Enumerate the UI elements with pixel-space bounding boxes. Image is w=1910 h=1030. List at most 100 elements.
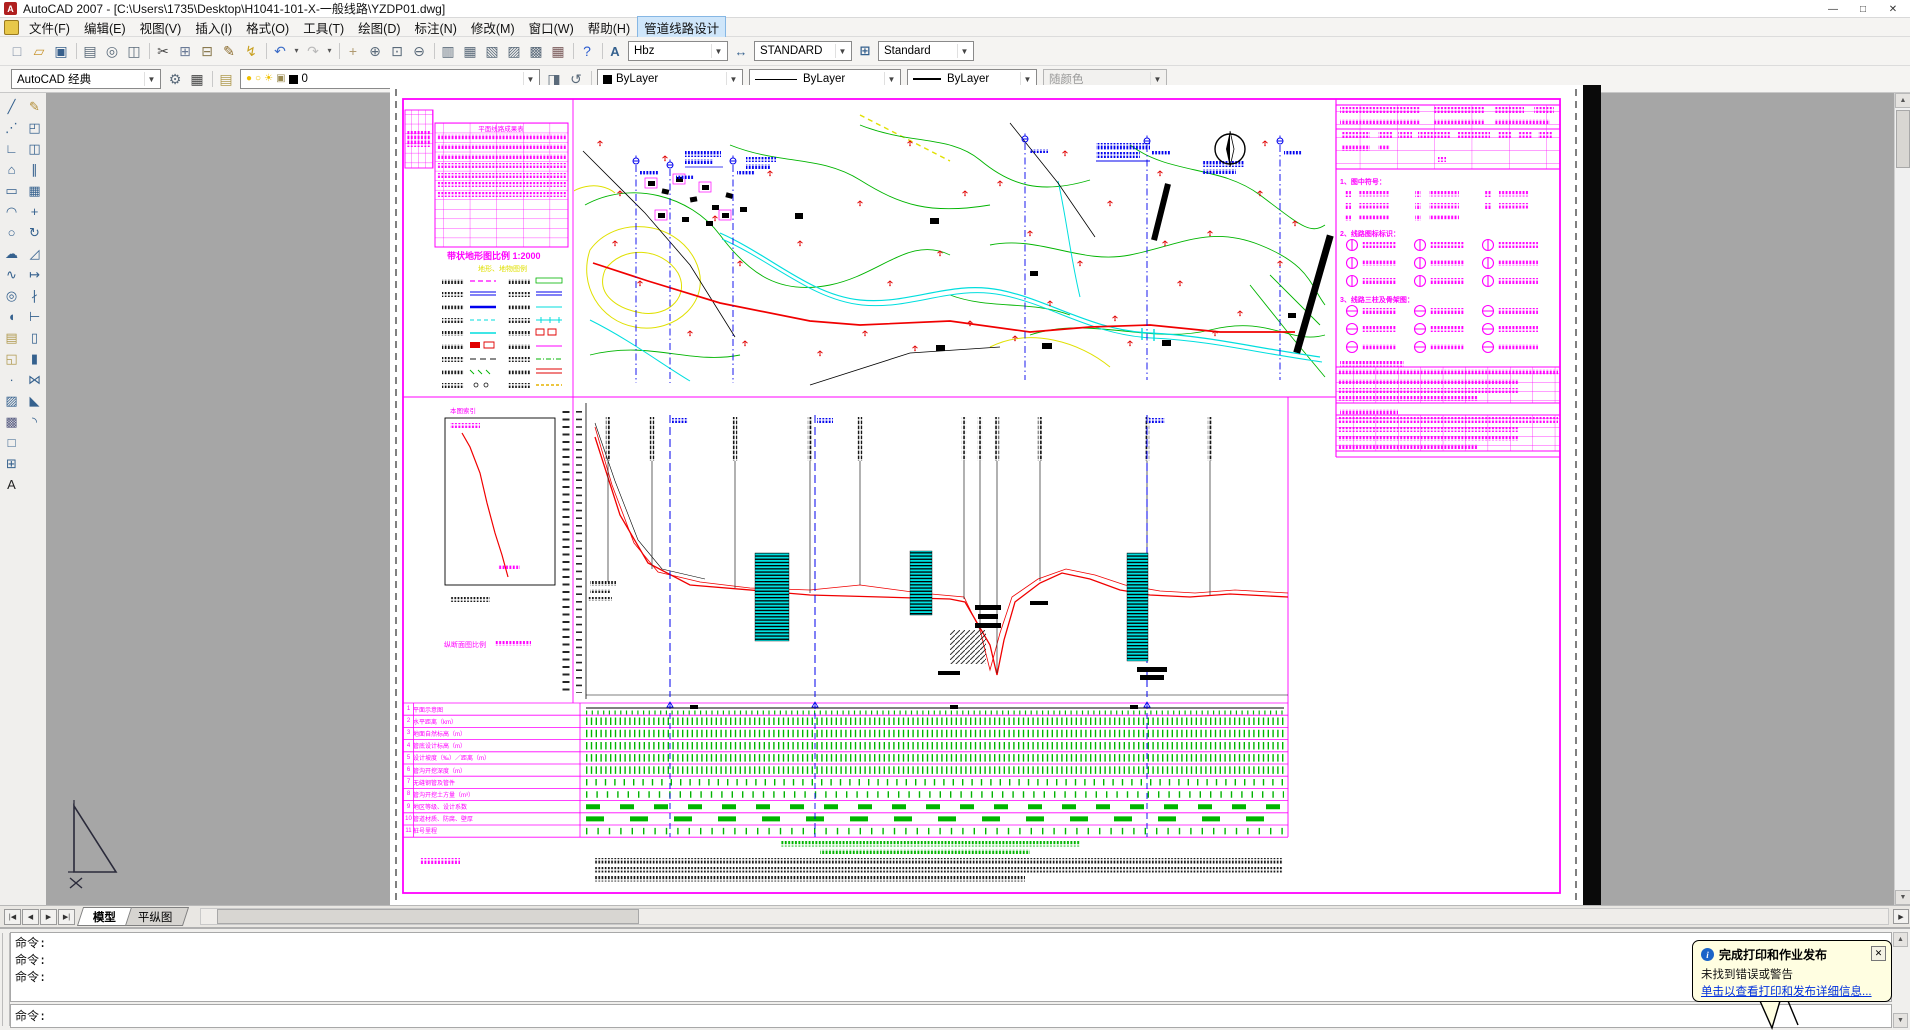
draw-tool-button[interactable]: ☁ [1,243,22,264]
draw-tool-button[interactable]: ⋰ [1,117,22,138]
hscroll-right-button[interactable]: ▶ [1893,909,1909,924]
draw-tool-button[interactable]: ◎ [1,285,22,306]
toolbar-button[interactable] [145,40,152,62]
paper-sheet[interactable]: 平面线路成果表 带状地形图比例 1:2000 地形、地物图例 [390,85,1583,906]
toolbar-button[interactable]: □ [6,40,28,62]
dim-style-icon[interactable]: ↔ [731,41,751,61]
toolbar-button[interactable]: ▩ [525,40,547,62]
modify-tool-button[interactable]: ◫ [24,138,45,159]
toolbar-button[interactable]: ✂ [152,40,174,62]
toolbar-button[interactable]: ↶ [269,40,291,62]
draw-tool-button[interactable]: ⊞ [1,453,22,474]
draw-tool-button[interactable]: ◠ [1,201,22,222]
canvas-vscrollbar[interactable]: ▲ ▼ [1894,93,1910,905]
menu-item[interactable]: 标注(N) [408,16,464,39]
toolbar-button[interactable] [262,40,269,62]
toolbar-button[interactable]: ▨ [503,40,525,62]
menu-item[interactable]: 窗口(W) [522,16,581,39]
toolbar-button[interactable]: ▤ [79,40,101,62]
toolbar-button[interactable]: ▥ [437,40,459,62]
draw-tool-button[interactable]: ◖ [1,306,22,327]
canvas-hscrollbar[interactable] [200,908,1890,925]
draw-tool-button[interactable]: ⌂ [1,159,22,180]
notification-close-button[interactable]: ✕ [1871,946,1886,961]
menu-item[interactable]: 文件(F) [22,16,77,39]
layer-thaw-icon[interactable]: ☀ [264,74,273,84]
draw-tool-button[interactable]: ▭ [1,180,22,201]
modify-tool-button[interactable]: ◝ [24,411,45,432]
draw-tool-button[interactable]: ╱ [1,96,22,117]
toolbar-button[interactable]: ▾ [324,40,335,62]
layer-on-icon[interactable]: ● [246,74,252,84]
menu-item[interactable]: 工具(T) [296,16,351,39]
modify-tool-button[interactable]: ◿ [24,243,45,264]
workspace-combo[interactable]: AutoCAD 经典 ▼ [11,69,161,89]
toolbar-button[interactable]: ▱ [28,40,50,62]
toolbar-button[interactable]: ⊖ [408,40,430,62]
menu-item[interactable]: 视图(V) [133,16,189,39]
maximize-button[interactable]: □ [1848,0,1878,18]
modify-tool-button[interactable]: ⊢ [24,306,45,327]
chevron-down-icon[interactable]: ▼ [957,44,971,58]
toolbar-button[interactable]: ⊟ [196,40,218,62]
modify-tool-button[interactable]: ◰ [24,117,45,138]
menu-item[interactable]: 管道线路设计 [637,16,726,39]
scroll-down-button[interactable]: ▼ [1893,1013,1908,1028]
toolbar-button[interactable] [569,40,576,62]
command-input[interactable]: 命令: [10,1004,1892,1028]
menu-item[interactable]: 插入(I) [188,16,239,39]
text-style-icon[interactable]: A [605,41,625,61]
toolbar-button[interactable]: ⊕ [364,40,386,62]
workspace-settings-button[interactable]: ⚙ [164,68,186,90]
menu-item[interactable]: 修改(M) [464,16,522,39]
chevron-down-icon[interactable]: ▼ [523,72,537,86]
toolbar-button[interactable]: ? [576,40,598,62]
toolbar-button[interactable]: ✎ [218,40,240,62]
draw-tool-button[interactable]: ∙ [1,369,22,390]
toolbar-button[interactable] [72,40,79,62]
toolbar-button[interactable]: ▣ [50,40,72,62]
modify-tool-button[interactable]: ▮ [24,348,45,369]
toolbar-button[interactable]: ⊞ [174,40,196,62]
toolbar-button[interactable]: ▾ [291,40,302,62]
toolbar-button[interactable] [335,40,342,62]
scroll-thumb[interactable] [1896,110,1910,168]
modify-tool-button[interactable]: ⋈ [24,369,45,390]
toolbar-button[interactable]: ◫ [123,40,145,62]
draw-tool-button[interactable]: ◱ [1,348,22,369]
menu-item[interactable]: 绘图(D) [351,16,407,39]
layer-freeze-icon[interactable]: ○ [255,74,261,84]
layout-tab[interactable]: 平纵图 [122,907,189,926]
toolbar-button[interactable]: ▦ [459,40,481,62]
chevron-down-icon[interactable]: ▼ [1020,72,1034,86]
command-history[interactable]: 命令:命令:命令: [10,932,1892,1002]
draw-tool-button[interactable]: A [1,474,22,495]
dim-style-combo[interactable]: STANDARD ▼ [754,41,852,61]
text-style-combo[interactable]: Hbz ▼ [628,41,728,61]
modify-tool-button[interactable]: + [24,201,45,222]
workspace-save-button[interactable]: ▦ [186,68,208,90]
modify-tool-button[interactable]: ↻ [24,222,45,243]
scroll-up-button[interactable]: ▲ [1895,93,1910,108]
modify-tool-button[interactable]: ◣ [24,390,45,411]
table-style-combo[interactable]: Standard ▼ [878,41,974,61]
draw-tool-button[interactable]: ∟ [1,138,22,159]
chevron-down-icon[interactable]: ▼ [884,72,898,86]
toolbar-button[interactable]: + [342,40,364,62]
toolbar-button[interactable]: ↯ [240,40,262,62]
modify-tool-button[interactable]: ▦ [24,180,45,201]
chevron-down-icon[interactable]: ▼ [711,44,725,58]
modify-tool-button[interactable]: ▯ [24,327,45,348]
scroll-down-button[interactable]: ▼ [1895,890,1910,905]
tab-nav-button[interactable]: ▶| [58,909,75,925]
draw-tool-button[interactable]: ▨ [1,390,22,411]
scroll-up-button[interactable]: ▲ [1893,932,1908,947]
chevron-down-icon[interactable]: ▼ [144,72,158,86]
layer-lock-icon[interactable]: ▣ [276,74,285,84]
toolbar-button[interactable]: ▧ [481,40,503,62]
toolbar-button[interactable]: ◎ [101,40,123,62]
menu-item[interactable]: 编辑(E) [77,16,133,39]
modify-tool-button[interactable]: ✎ [24,96,45,117]
menu-item[interactable]: 格式(O) [239,16,296,39]
toolbar-button[interactable]: ↷ [302,40,324,62]
